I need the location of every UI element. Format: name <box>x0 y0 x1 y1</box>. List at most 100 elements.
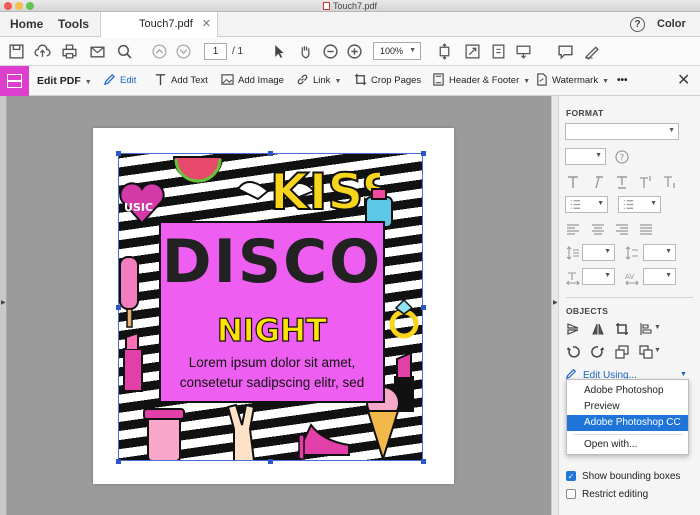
save-icon[interactable] <box>8 43 25 60</box>
maximize-window-button[interactable] <box>26 2 34 10</box>
option-preview[interactable]: Preview <box>567 399 688 415</box>
resize-handle-left[interactable] <box>116 305 121 310</box>
edit-pdf-menu[interactable]: Edit PDF ▼ <box>37 66 92 96</box>
option-adobe-photoshop[interactable]: Adobe Photoshop <box>567 383 688 399</box>
chevron-down-icon: ▼ <box>604 272 611 279</box>
align-objects-icon[interactable] <box>639 322 653 336</box>
page-down-icon[interactable] <box>175 43 192 60</box>
rotate-clockwise-icon[interactable] <box>591 345 605 359</box>
crop-image-icon[interactable] <box>615 322 629 336</box>
horizontal-scale-icon <box>566 271 580 286</box>
superscript-icon[interactable] <box>639 175 653 189</box>
panel-divider <box>566 297 693 298</box>
chevron-down-icon: ▼ <box>597 200 604 207</box>
help-circle-icon[interactable]: ? <box>615 150 629 164</box>
horizontal-scale-select[interactable]: ▼ <box>582 268 615 285</box>
resize-handle-bottom[interactable] <box>268 459 273 464</box>
align-justify-icon[interactable] <box>639 222 653 236</box>
comment-icon[interactable] <box>557 43 574 60</box>
resize-handle-bottom-left[interactable] <box>116 459 121 464</box>
color-mode-label[interactable]: Color <box>657 12 686 36</box>
replace-image-icon[interactable] <box>615 345 629 359</box>
chevron-right-icon: ▶ <box>553 300 558 306</box>
numbered-list-select[interactable]: ▼ <box>618 196 661 213</box>
right-panel-toggle[interactable]: ▶ <box>551 96 559 515</box>
rotate-counterclockwise-icon[interactable] <box>566 345 580 359</box>
resize-handle-top-left[interactable] <box>116 151 121 156</box>
close-tool-icon[interactable]: ✕ <box>677 66 690 96</box>
print-icon[interactable] <box>61 43 78 60</box>
flip-horizontal-icon[interactable] <box>591 322 605 336</box>
watermark-label: Watermark <box>552 75 599 86</box>
page-number-input[interactable]: 1 <box>204 43 227 60</box>
paragraph-spacing-select[interactable]: ▼ <box>643 244 676 261</box>
arrange-icon[interactable] <box>639 345 653 359</box>
align-right-icon[interactable] <box>615 222 629 236</box>
show-bounding-boxes-checkbox[interactable]: ✓ <box>566 471 576 481</box>
font-family-select[interactable]: ▼ <box>565 123 679 140</box>
resize-handle-right[interactable] <box>421 305 426 310</box>
line-spacing-select[interactable]: ▼ <box>582 244 615 261</box>
fit-page-icon[interactable] <box>436 43 453 60</box>
sign-pen-icon[interactable] <box>583 43 600 60</box>
bullet-list-select[interactable]: ▼ <box>565 196 608 213</box>
tab-tools[interactable]: Tools <box>58 12 89 37</box>
flip-vertical-icon[interactable] <box>566 322 580 336</box>
select-cursor-icon[interactable] <box>271 43 288 60</box>
option-open-with[interactable]: Open with... <box>567 437 688 453</box>
image-bounding-box[interactable] <box>118 153 423 461</box>
left-panel-toggle[interactable]: ▶ <box>0 96 7 515</box>
align-left-icon[interactable] <box>566 222 580 236</box>
menu-separator <box>573 434 683 435</box>
pdf-file-icon <box>322 2 330 10</box>
resize-handle-bottom-right[interactable] <box>421 459 426 464</box>
watermark-button[interactable]: Watermark ▼ <box>535 66 609 96</box>
zoom-in-icon[interactable] <box>346 43 363 60</box>
minimize-window-button[interactable] <box>15 2 23 10</box>
zoom-out-icon[interactable] <box>322 43 339 60</box>
option-adobe-photoshop-cc[interactable]: Adobe Photoshop CC <box>567 415 688 431</box>
link-button[interactable]: Link ▼ <box>296 66 341 96</box>
header-footer-label: Header & Footer <box>449 75 520 86</box>
help-icon[interactable]: ? <box>630 17 645 32</box>
edit-button[interactable]: Edit <box>103 66 136 96</box>
close-tab-icon[interactable]: ✕ <box>202 12 211 37</box>
chevron-down-icon: ▼ <box>650 200 657 207</box>
font-size-select[interactable]: ▼ <box>565 148 606 165</box>
tab-home[interactable]: Home <box>10 12 43 37</box>
rotate-page-icon[interactable] <box>490 43 507 60</box>
header-footer-button[interactable]: Header & Footer ▼ <box>432 66 530 96</box>
italic-icon[interactable] <box>591 175 605 189</box>
upload-cloud-icon[interactable] <box>34 43 51 60</box>
chevron-down-icon: ▼ <box>665 272 672 279</box>
hand-tool-icon[interactable] <box>297 43 314 60</box>
resize-handle-top-right[interactable] <box>421 151 426 156</box>
email-icon[interactable] <box>89 43 106 60</box>
page-up-icon[interactable] <box>151 43 168 60</box>
chevron-down-icon[interactable]: ▼ <box>654 324 661 331</box>
keyboard-icon[interactable] <box>515 43 532 60</box>
edit-label: Edit <box>120 75 137 86</box>
character-spacing-select[interactable]: ▼ <box>643 268 676 285</box>
close-window-button[interactable] <box>4 2 12 10</box>
more-tools-button[interactable]: ••• <box>617 66 628 96</box>
add-text-button[interactable]: Add Text <box>154 66 208 96</box>
align-center-icon[interactable] <box>591 222 605 236</box>
zoom-select[interactable]: 100% ▼ <box>373 42 421 60</box>
full-screen-icon[interactable] <box>464 43 481 60</box>
main-toolbar: 1 / 1 100% ▼ <box>0 37 700 66</box>
underline-icon[interactable] <box>615 175 629 189</box>
window-titlebar: Touch7.pdf <box>0 0 700 12</box>
crop-pages-button[interactable]: Crop Pages <box>354 66 421 96</box>
chevron-down-icon[interactable]: ▼ <box>680 371 687 378</box>
subscript-icon[interactable] <box>663 175 677 189</box>
resize-handle-top[interactable] <box>268 151 273 156</box>
chevron-down-icon[interactable]: ▼ <box>654 347 661 354</box>
search-icon[interactable] <box>116 43 133 60</box>
page-total: / 1 <box>232 46 244 57</box>
add-image-button[interactable]: Add Image <box>221 66 284 96</box>
text-style-icon[interactable] <box>566 175 580 189</box>
tab-document[interactable]: Touch7.pdf ✕ <box>100 12 218 38</box>
restrict-editing-checkbox[interactable] <box>566 489 576 499</box>
edit-pdf-tool-icon[interactable] <box>0 66 29 96</box>
